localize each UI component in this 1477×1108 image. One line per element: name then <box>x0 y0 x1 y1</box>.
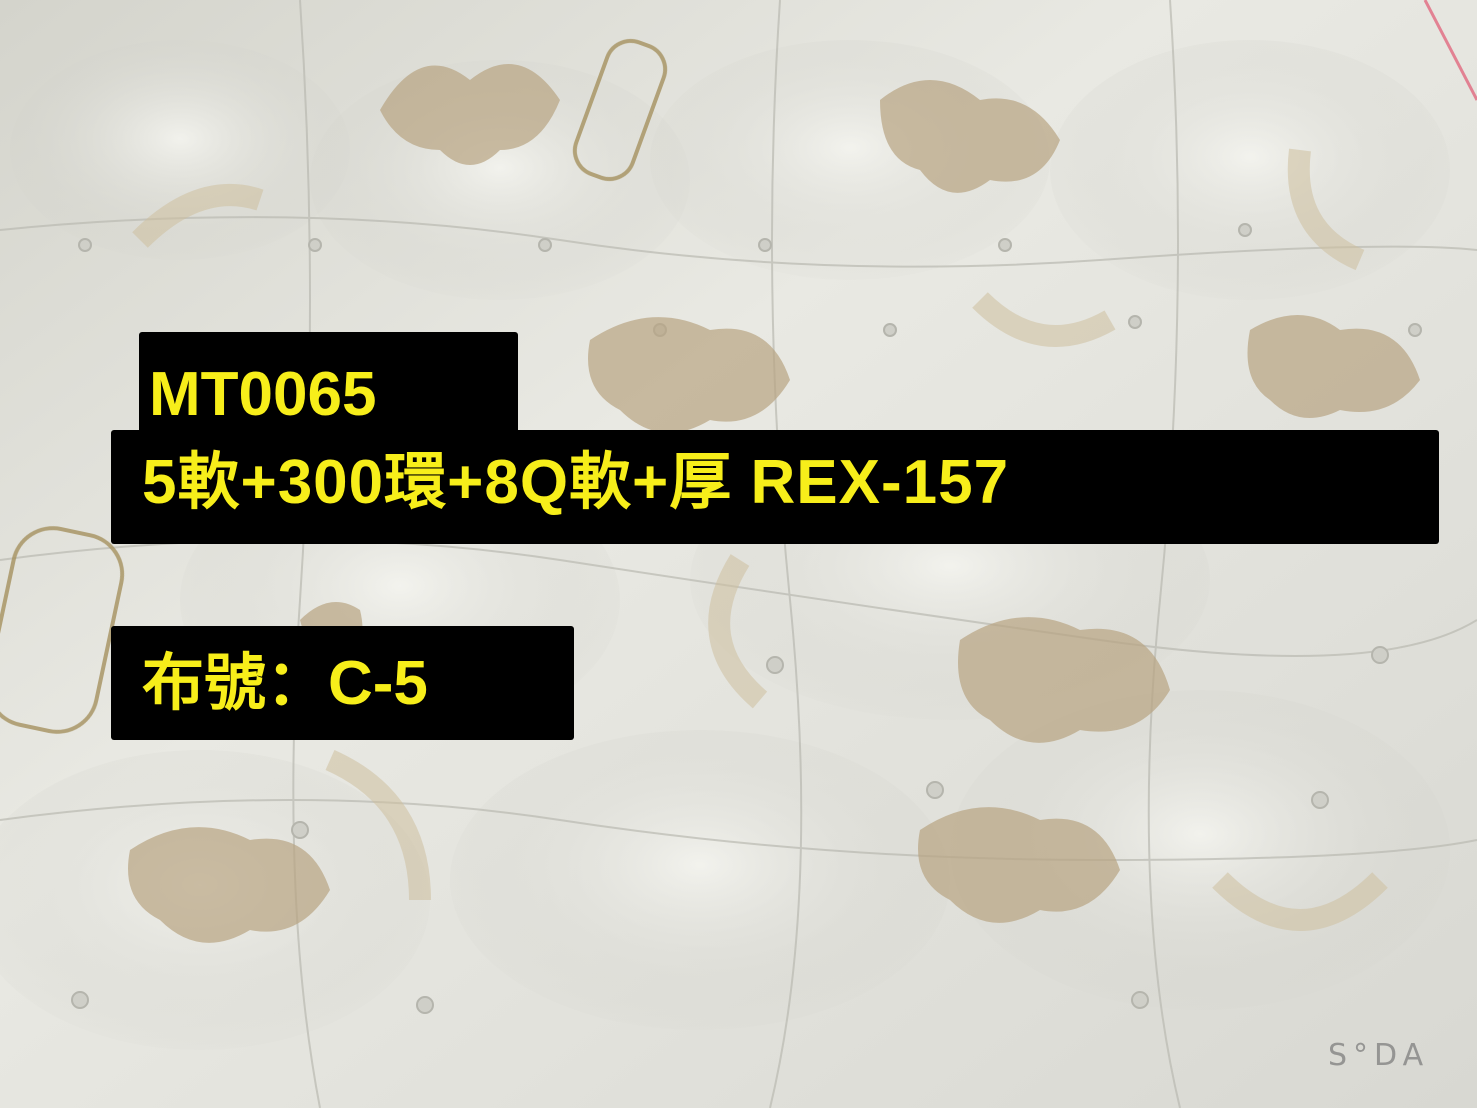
specification-label: 5軟+300環+8Q軟+厚 REX-157 <box>111 430 1439 544</box>
mattress-photo <box>0 0 1477 1108</box>
soda-watermark: S°DA <box>1328 1038 1430 1073</box>
fabric-number-label: 布號：C-5 <box>111 626 574 740</box>
model-number-label: MT0065 <box>139 332 518 439</box>
